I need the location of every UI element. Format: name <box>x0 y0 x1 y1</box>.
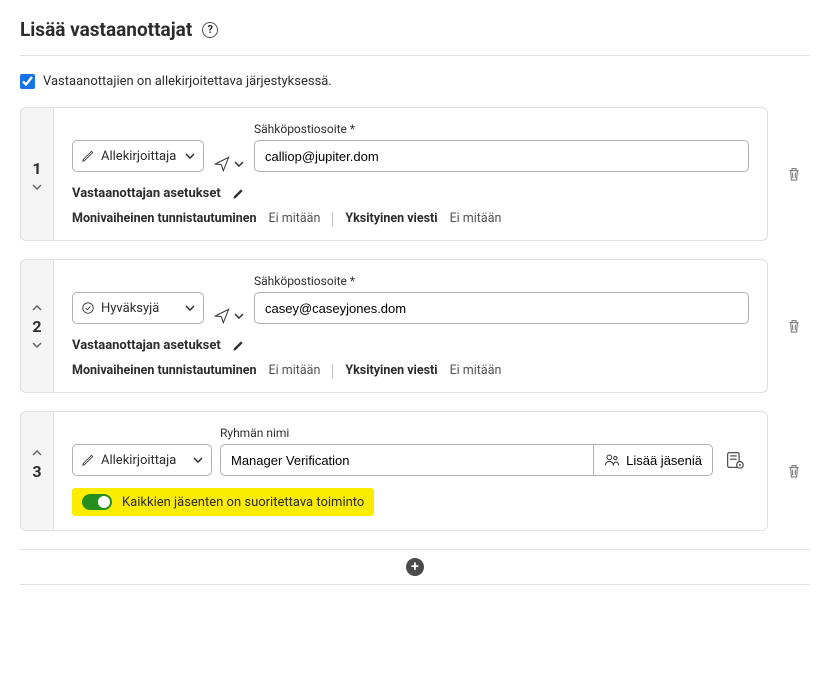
role-label: Hyväksyjä <box>101 301 179 316</box>
chevron-down-icon <box>185 305 195 311</box>
trash-icon <box>786 462 802 480</box>
chevron-down-icon <box>193 457 203 463</box>
email-label: Sähköpostiosoite * <box>254 274 749 288</box>
role-label: Allekirjoittaja <box>101 149 179 164</box>
order-number: 3 <box>32 462 41 481</box>
recipient-settings-heading: Vastaanottajan asetukset <box>72 186 749 201</box>
group-name-field[interactable] <box>220 444 593 476</box>
delete-recipient-button[interactable] <box>778 165 810 183</box>
group-settings-button[interactable] <box>721 446 749 474</box>
recipient-card: 1 Allekirjoittaja Sähköpost <box>20 107 768 241</box>
move-up-icon[interactable] <box>32 305 42 311</box>
mfa-value: Ei mitään <box>269 211 321 226</box>
move-up-icon[interactable] <box>32 450 42 456</box>
add-recipient-button[interactable]: + <box>406 558 424 576</box>
email-field[interactable] <box>254 292 749 324</box>
chevron-down-icon <box>185 153 195 159</box>
email-label: Sähköpostiosoite * <box>254 122 749 136</box>
mfa-value: Ei mitään <box>269 363 321 378</box>
order-column: 2 <box>20 259 54 393</box>
all-members-toggle-row: Kaikkien jäsenten on suoritettava toimin… <box>72 488 374 516</box>
role-selector[interactable]: Hyväksyjä <box>72 292 204 324</box>
check-circle-icon <box>81 301 95 315</box>
order-column: 1 <box>20 107 54 241</box>
delivery-method-selector[interactable] <box>214 308 244 324</box>
trash-icon <box>786 317 802 335</box>
card-body: Hyväksyjä Sähköpostiosoite * Vastaanotta… <box>54 259 768 393</box>
edit-settings-button[interactable] <box>231 187 245 201</box>
delete-recipient-button[interactable] <box>778 317 810 335</box>
private-message-label: Yksityinen viesti <box>345 363 437 378</box>
divider <box>332 212 333 226</box>
people-icon <box>604 453 620 467</box>
private-message-value: Ei mitään <box>450 363 502 378</box>
chevron-down-icon <box>234 313 244 319</box>
divider <box>332 364 333 378</box>
delete-recipient-button[interactable] <box>778 462 810 480</box>
pencil-icon <box>231 339 245 353</box>
pencil-icon <box>231 187 245 201</box>
recipient-card: 2 Hyväksyjä Sähköpostiosoit <box>20 259 768 393</box>
sign-order-label: Vastaanottajien on allekirjoitettava jär… <box>43 74 332 89</box>
send-icon <box>214 308 230 324</box>
all-members-label: Kaikkien jäsenten on suoritettava toimin… <box>122 495 364 510</box>
role-selector[interactable]: Allekirjoittaja <box>72 444 212 476</box>
group-name-label: Ryhmän nimi <box>220 426 713 440</box>
send-icon <box>214 156 230 172</box>
private-message-value: Ei mitään <box>450 211 502 226</box>
role-selector[interactable]: Allekirjoittaja <box>72 140 204 172</box>
pen-icon <box>81 453 95 467</box>
email-field[interactable] <box>254 140 749 172</box>
card-body: Allekirjoittaja Sähköpostiosoite * Vasta… <box>54 107 768 241</box>
card-body: Allekirjoittaja Ryhmän nimi Lisää jäseni… <box>54 411 768 531</box>
recipient-settings-heading: Vastaanottajan asetukset <box>72 338 749 353</box>
order-number: 1 <box>32 159 41 178</box>
order-column: 3 <box>20 411 54 531</box>
role-label: Allekirjoittaja <box>101 453 187 468</box>
settings-summary: Monivaiheinen tunnistautuminen Ei mitään… <box>72 211 749 226</box>
sign-order-checkbox[interactable] <box>20 74 35 89</box>
document-gear-icon <box>725 451 745 469</box>
move-down-icon[interactable] <box>32 184 42 190</box>
move-down-icon[interactable] <box>32 342 42 348</box>
add-members-button[interactable]: Lisää jäseniä <box>593 444 713 476</box>
page-title: Lisää vastaanottajat ? <box>20 18 810 56</box>
mfa-label: Monivaiheinen tunnistautuminen <box>72 363 257 378</box>
mfa-label: Monivaiheinen tunnistautuminen <box>72 211 257 226</box>
all-members-toggle[interactable] <box>82 494 112 510</box>
recipient-card: 3 Allekirjoittaja Ryhmän nimi <box>20 411 768 531</box>
delivery-method-selector[interactable] <box>214 156 244 172</box>
private-message-label: Yksityinen viesti <box>345 211 437 226</box>
order-number: 2 <box>32 317 41 336</box>
chevron-down-icon <box>234 161 244 167</box>
pen-icon <box>81 149 95 163</box>
sign-order-row: Vastaanottajien on allekirjoitettava jär… <box>20 74 810 89</box>
settings-summary: Monivaiheinen tunnistautuminen Ei mitään… <box>72 363 749 378</box>
edit-settings-button[interactable] <box>231 339 245 353</box>
page-title-text: Lisää vastaanottajat <box>20 18 192 41</box>
add-recipient-row: + <box>20 549 810 585</box>
help-icon[interactable]: ? <box>202 22 218 38</box>
trash-icon <box>786 165 802 183</box>
